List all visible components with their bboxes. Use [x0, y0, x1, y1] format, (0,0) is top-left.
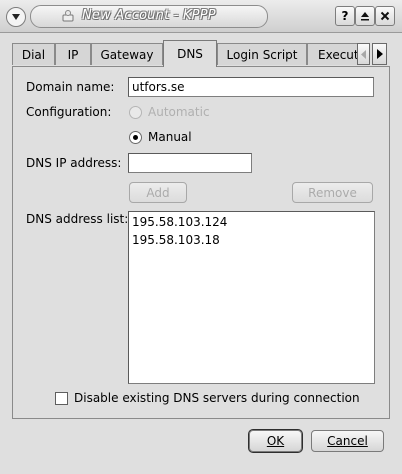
tab-label: Dial [21, 47, 46, 62]
tab-dial[interactable]: Dial [12, 43, 55, 65]
chevron-down-icon [12, 14, 20, 20]
cancel-button[interactable]: Cancel [311, 430, 384, 452]
automatic-radio-label: Automatic [148, 105, 210, 119]
ok-button[interactable]: OK [248, 429, 303, 453]
list-item[interactable]: 195.58.103.124 [132, 215, 227, 229]
domain-name-input[interactable]: utfors.se [128, 77, 374, 97]
dns-address-list-label: DNS address list: [26, 212, 129, 226]
title-bar[interactable]: New Account - KPPP ? [0, 0, 402, 33]
ok-button-label: OK [266, 434, 285, 448]
arrow-right-icon [376, 49, 383, 59]
tab-label: Execut [318, 47, 359, 62]
disable-dns-checkbox-label: Disable existing DNS servers during conn… [74, 391, 360, 405]
close-icon [380, 11, 390, 21]
cancel-button-label: Cancel [327, 434, 368, 448]
help-button[interactable]: ? [335, 6, 355, 26]
tab-label: DNS [177, 47, 203, 61]
tab-gateway[interactable]: Gateway [91, 43, 163, 65]
tab-scroll-right-button[interactable] [372, 43, 387, 65]
shade-button[interactable] [355, 6, 375, 26]
remove-button[interactable]: Remove [292, 182, 373, 203]
modem-app-icon [62, 10, 74, 22]
add-button-label: Add [146, 185, 170, 200]
add-button[interactable]: Add [129, 182, 187, 203]
manual-radio[interactable] [129, 131, 142, 144]
tab-execute[interactable]: Execut [307, 43, 359, 65]
radio-selected-dot [133, 135, 138, 140]
dns-ip-input[interactable] [128, 153, 252, 173]
title-pill: New Account - KPPP [30, 5, 268, 28]
disable-dns-checkbox[interactable] [55, 392, 68, 405]
domain-name-label: Domain name: [26, 80, 115, 94]
tab-scroll-left-button[interactable] [357, 43, 370, 65]
manual-radio-label: Manual [148, 130, 192, 144]
help-icon: ? [341, 9, 349, 23]
close-button[interactable] [375, 6, 395, 26]
window-menu-button[interactable] [6, 7, 26, 27]
dns-ip-label: DNS IP address: [26, 156, 122, 170]
shade-icon [361, 12, 369, 21]
dns-address-list[interactable]: 195.58.103.124 195.58.103.18 [128, 211, 375, 384]
remove-button-label: Remove [308, 185, 357, 200]
arrow-left-icon [361, 49, 366, 59]
list-item[interactable]: 195.58.103.18 [132, 233, 220, 247]
tab-ip[interactable]: IP [55, 43, 91, 65]
tab-label: IP [67, 47, 79, 62]
configuration-label: Configuration: [26, 105, 112, 119]
tab-label: Gateway [100, 47, 154, 62]
tab-login-script[interactable]: Login Script [217, 43, 307, 65]
window-title: New Account - KPPP [82, 8, 216, 23]
tab-label: Login Script [226, 47, 298, 62]
automatic-radio[interactable] [129, 106, 142, 119]
tab-dns[interactable]: DNS [163, 40, 217, 67]
